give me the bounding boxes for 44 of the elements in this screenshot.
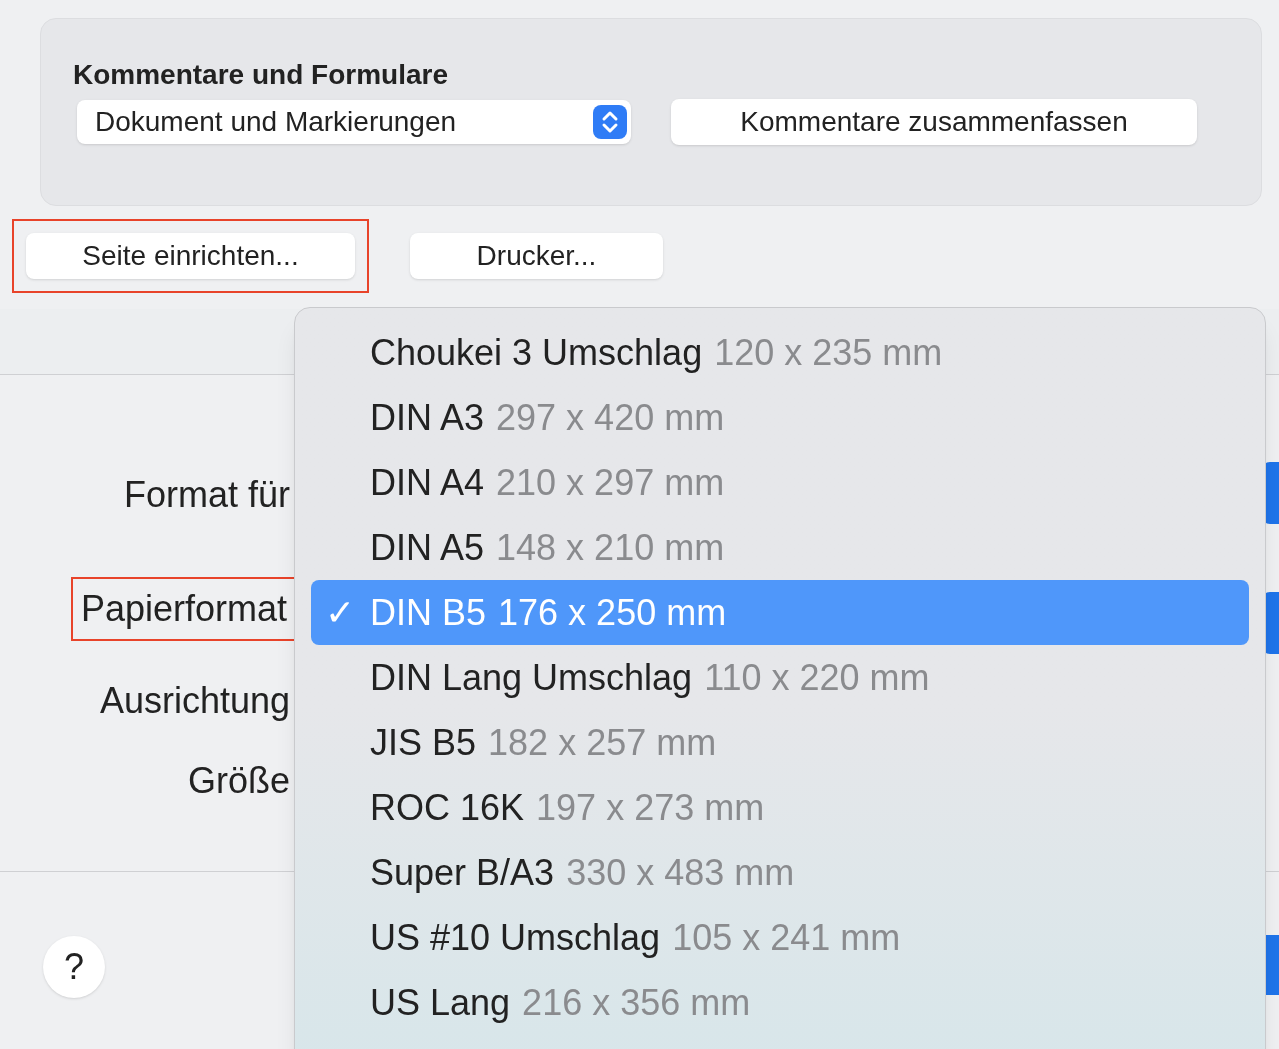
popup-value: Dokument und Markierungen [95,105,457,139]
menu-item[interactable]: Super B/A3 330 x 483 mm [311,840,1249,905]
menu-item[interactable]: US #10 Umschlag 105 x 241 mm [311,905,1249,970]
form-label: Format für [123,473,290,517]
menu-item[interactable]: ROC 16K 197 x 273 mm [311,775,1249,840]
paper-name: DIN B5 [370,590,487,635]
paper-name: DIN A4 [370,460,485,505]
paper-dimensions: 120 x 235 mm [714,330,943,375]
paper-dimensions: 148 x 210 mm [496,525,725,570]
paper-name: DIN Lang Umschlag [370,655,693,700]
paper-dimensions: 110 x 220 mm [704,655,930,700]
paper-name: Super B/A3 [370,850,555,895]
paper-name: ROC 16K [370,785,525,830]
paper-dimensions: 210 x 297 mm [496,460,725,505]
paper-dimensions: 297 x 420 mm [496,395,725,440]
document-popup[interactable]: Dokument und Markierungen [77,100,631,144]
menu-item[interactable]: JIS B5 182 x 257 mm [311,710,1249,775]
menu-item[interactable]: US Lang 216 x 356 mm [311,970,1249,1035]
menu-item[interactable]: DIN Lang Umschlag 110 x 220 mm [311,645,1249,710]
paper-name: DIN A5 [370,525,485,570]
help-button[interactable]: ? [43,936,105,998]
paper-name: JIS B5 [370,720,477,765]
paper-dimensions: 197 x 273 mm [536,785,765,830]
printer-button[interactable]: Drucker... [410,233,663,279]
paper-name: Choukei 3 Umschlag [370,330,703,375]
form-label: Größe [187,759,290,803]
paper-dimensions: 182 x 257 mm [488,720,717,765]
paper-dimensions: 105 x 241 mm [672,915,901,960]
stepper-icon [593,105,627,139]
paper-name: DIN A3 [370,395,485,440]
paper-name: US Lang [370,980,511,1025]
check-mark: ✓ [324,590,356,635]
paper-dimensions: 176 x 250 mm [498,590,727,635]
paper-dimensions: 330 x 483 mm [566,850,795,895]
summarize-comments-button[interactable]: Kommentare zusammenfassen [671,99,1197,145]
paper-dimensions: 216 x 356 mm [522,980,751,1025]
menu-item[interactable]: DIN A5 148 x 210 mm [311,515,1249,580]
page-setup-button[interactable]: Seite einrichten... [26,233,355,279]
menu-item[interactable]: DIN A4 210 x 297 mm [311,450,1249,515]
section-title: Kommentare und Formulare [73,58,449,92]
paper-name: US #10 Umschlag [370,915,661,960]
menu-item[interactable]: DIN A3 297 x 420 mm [311,385,1249,450]
menu-item[interactable]: Choukei 3 Umschlag 120 x 235 mm [311,320,1249,385]
form-label: Ausrichtung [99,679,290,723]
